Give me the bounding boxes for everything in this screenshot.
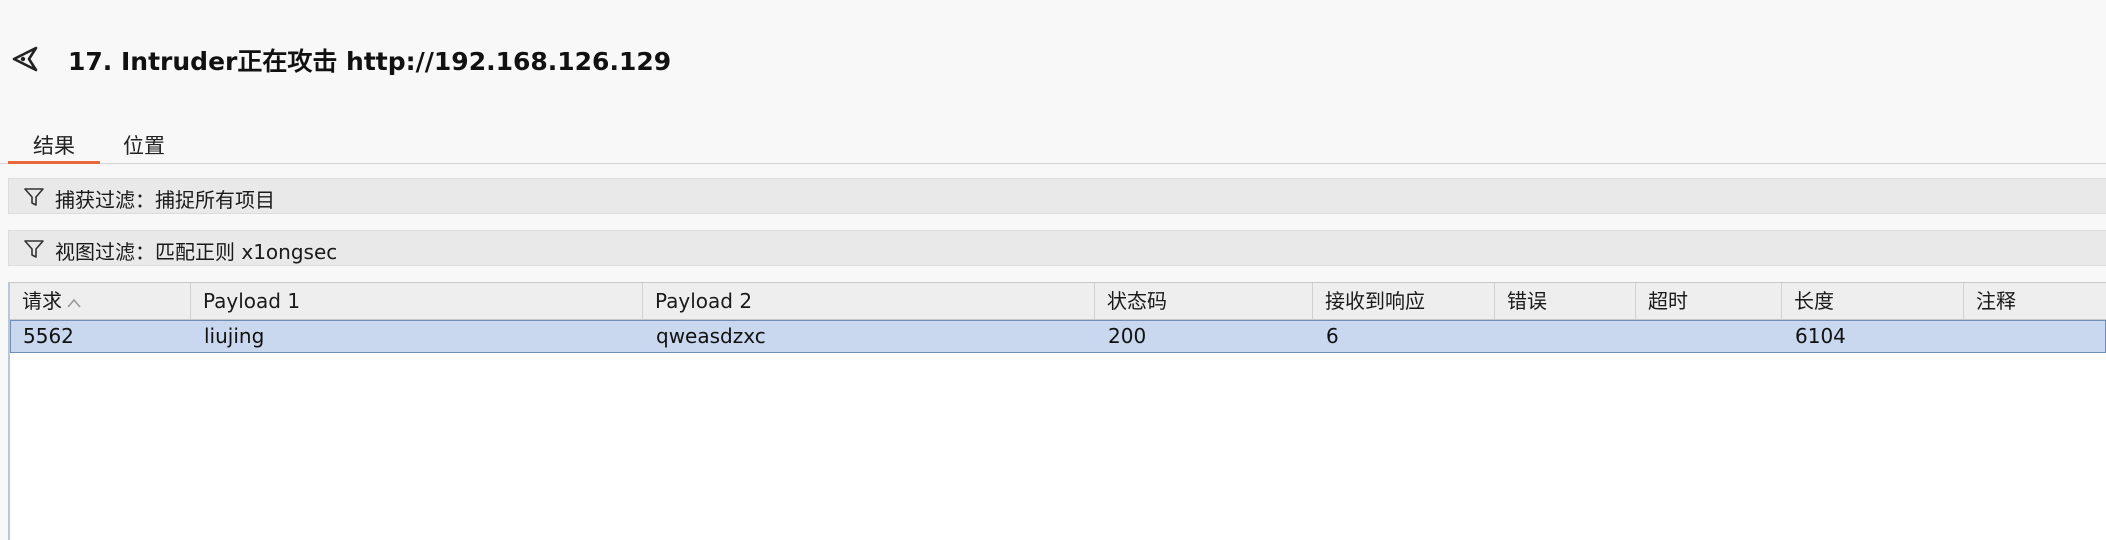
cell-timeout (1637, 321, 1783, 352)
column-header-status-code[interactable]: 状态码 (1095, 283, 1313, 319)
capture-filter-bar[interactable]: 捕获过滤：捕捉所有项目 (8, 178, 2106, 214)
column-header-payload-1[interactable]: Payload 1 (191, 283, 643, 319)
funnel-icon (24, 188, 44, 206)
column-header-length[interactable]: 长度 (1782, 283, 1964, 319)
column-header-comment[interactable]: 注释 (1964, 283, 2106, 319)
cell-request: 5562 (23, 324, 74, 348)
capture-filter-text: 捕获过滤：捕捉所有项目 (55, 188, 275, 212)
tab-positions[interactable]: 位置 (110, 130, 178, 163)
cell-payload-2: qweasdzxc (656, 324, 766, 348)
cell-length: 6104 (1795, 324, 1846, 348)
funnel-icon (24, 240, 44, 258)
column-header-response-received[interactable]: 接收到响应 (1313, 283, 1495, 319)
results-table: 请求 Payload 1 Payload 2 状态码 接收到响应 错误 超时 长… (8, 282, 2106, 540)
attack-title: 17. Intruder正在攻击 http://192.168.126.129 (68, 47, 672, 76)
cell-response-received: 6 (1326, 324, 1339, 348)
tab-results[interactable]: 结果 (8, 130, 100, 164)
table-row[interactable]: 5562 liujing qweasdzxc 200 6 6104 (10, 320, 2106, 353)
sort-ascending-icon (67, 298, 81, 308)
cell-error (1496, 321, 1637, 352)
window-header: 17. Intruder正在攻击 http://192.168.126.129 (0, 0, 2106, 118)
cell-payload-1: liujing (204, 324, 265, 348)
cell-status-code: 200 (1108, 324, 1147, 348)
column-header-request[interactable]: 请求 (10, 283, 191, 319)
send-arrow-back-icon[interactable] (10, 44, 40, 74)
tab-bar: 结果 位置 (0, 118, 2106, 164)
table-header: 请求 Payload 1 Payload 2 状态码 接收到响应 错误 超时 长… (10, 283, 2106, 320)
column-header-timeout[interactable]: 超时 (1636, 283, 1782, 319)
intruder-attack-window: 17. Intruder正在攻击 http://192.168.126.129 … (0, 0, 2106, 540)
view-filter-bar[interactable]: 视图过滤：匹配正则 x1ongsec (8, 230, 2106, 266)
view-filter-text: 视图过滤：匹配正则 x1ongsec (55, 240, 338, 264)
column-header-error[interactable]: 错误 (1495, 283, 1636, 319)
column-header-label: 请求 (22, 289, 62, 313)
cell-comment (1965, 321, 2106, 352)
column-header-payload-2[interactable]: Payload 2 (643, 283, 1095, 319)
